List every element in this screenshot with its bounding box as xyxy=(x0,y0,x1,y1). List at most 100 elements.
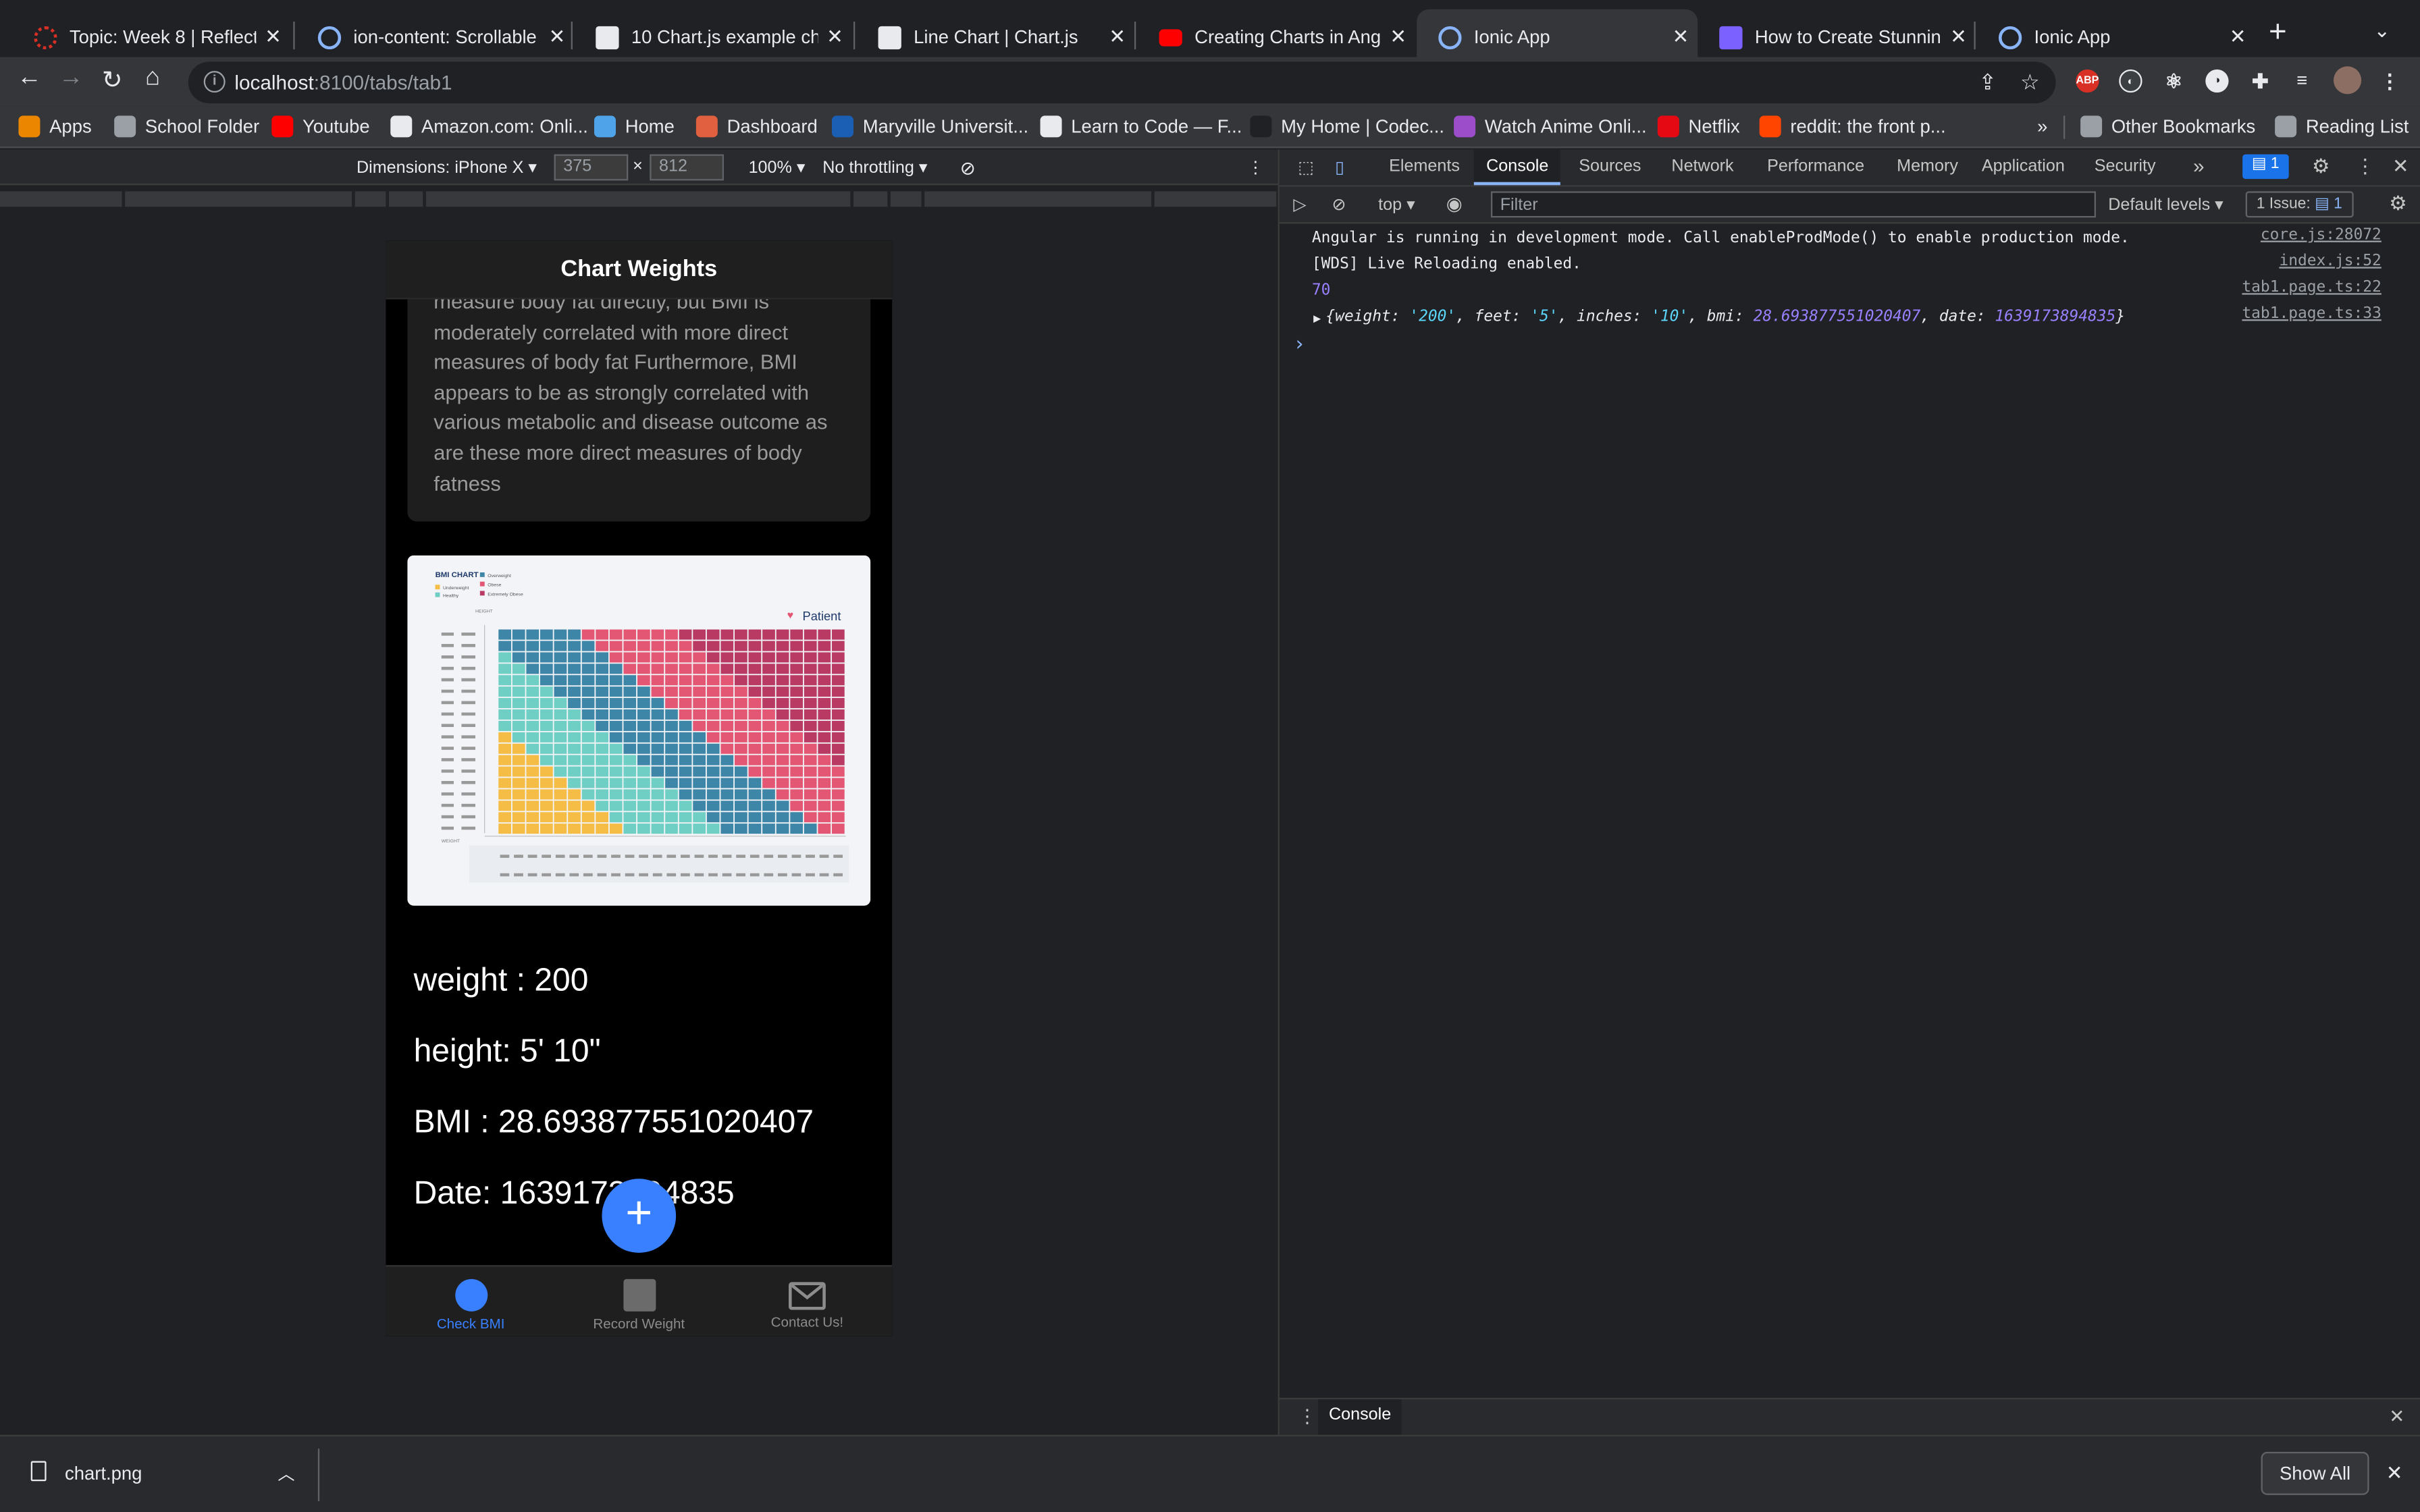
download-item[interactable]: chart.png xyxy=(65,1463,142,1484)
media-query-bar[interactable] xyxy=(0,186,1278,212)
devtools-menu-icon[interactable]: ⋮ xyxy=(2355,150,2375,186)
media-query-segment[interactable] xyxy=(924,191,1153,207)
extension-icon[interactable]: ◑ xyxy=(2205,69,2229,93)
bookmark-item[interactable]: Home xyxy=(594,115,675,138)
console-source-link[interactable]: tab1.page.ts:33 xyxy=(2242,306,2381,323)
settings-gear-icon[interactable]: ⚙ xyxy=(2312,150,2330,186)
media-query-segment[interactable] xyxy=(0,191,124,207)
device-width-input[interactable]: 375 xyxy=(554,154,629,181)
devtools-tab-memory[interactable]: Memory xyxy=(1897,150,1958,186)
close-icon[interactable]: ✕ xyxy=(540,25,574,50)
drawer-menu-icon[interactable]: ⋮ xyxy=(1298,1399,1316,1435)
bookmark-star-icon[interactable]: ☆ xyxy=(2020,70,2040,96)
device-height-input[interactable]: 812 xyxy=(650,154,724,181)
close-icon[interactable]: ✕ xyxy=(2386,1461,2403,1486)
new-tab-button[interactable]: + xyxy=(2269,16,2287,51)
log-levels-select[interactable]: Default levels ▾ xyxy=(2108,187,2224,223)
tab-contact-us[interactable]: Contact Us! xyxy=(722,1279,892,1330)
media-query-segment[interactable] xyxy=(388,191,425,207)
issues-badge[interactable]: ▤ 1 xyxy=(2242,154,2289,180)
device-dimensions-select[interactable]: Dimensions: iPhone X ▾ xyxy=(357,157,537,177)
bookmark-item[interactable]: Maryville Universit... xyxy=(831,115,1028,138)
device-menu-icon[interactable]: ⋮ xyxy=(1247,157,1264,177)
close-icon[interactable]: ✕ xyxy=(1101,25,1134,50)
device-toggle-icon[interactable]: ▯ xyxy=(1329,150,1350,186)
close-icon[interactable]: ✕ xyxy=(818,25,851,50)
issues-button[interactable]: 1 Issue: ▤ 1 xyxy=(2245,191,2353,218)
close-icon[interactable]: ✕ xyxy=(1941,25,1975,50)
close-icon[interactable]: ✕ xyxy=(2221,25,2255,50)
zoom-select[interactable]: 100% ▾ xyxy=(749,157,806,177)
console-source-link[interactable]: index.js:52 xyxy=(2279,253,2381,270)
live-expression-eye-icon[interactable]: ◉ xyxy=(1446,187,1463,223)
bookmark-item[interactable]: School Folder xyxy=(114,115,259,138)
bookmark-item[interactable]: Amazon.com: Onli... xyxy=(390,115,588,138)
devtools-tab-performance[interactable]: Performance xyxy=(1767,150,1864,186)
drawer-tab-console[interactable]: Console xyxy=(1317,1399,1402,1435)
rotate-icon[interactable]: ⊘ xyxy=(960,157,976,179)
console-filter-input[interactable]: Filter xyxy=(1490,191,2096,218)
bookmark-item[interactable]: My Home | Codec... xyxy=(1250,115,1444,138)
extension-icon[interactable]: ◐ xyxy=(2119,69,2142,93)
show-all-button[interactable]: Show All xyxy=(2261,1451,2369,1495)
profile-avatar[interactable] xyxy=(2333,66,2362,94)
bookmark-item[interactable]: reddit: the front p... xyxy=(1759,115,1946,138)
tab-check-bmi[interactable]: Check BMI xyxy=(386,1278,555,1332)
more-tabs-icon[interactable]: » xyxy=(2193,150,2205,186)
react-devtools-icon[interactable]: ⚛ xyxy=(2162,70,2185,92)
media-query-segment[interactable] xyxy=(425,191,852,207)
adblock-icon[interactable]: ABP xyxy=(2076,69,2099,93)
forward-icon[interactable]: → xyxy=(59,65,84,92)
media-query-segment[interactable] xyxy=(125,191,354,207)
bookmark-item[interactable]: Learn to Code — F... xyxy=(1040,115,1242,138)
add-entry-fab[interactable]: + xyxy=(602,1179,677,1253)
bookmark-item[interactable]: Watch Anime Onli... xyxy=(1454,115,1647,138)
site-info-icon[interactable]: i xyxy=(203,71,226,93)
sidebar-toggle-icon[interactable]: ▷ xyxy=(1293,187,1306,223)
close-icon[interactable]: ✕ xyxy=(2392,150,2409,186)
bookmarks-overflow-button[interactable]: » xyxy=(2037,115,2047,137)
close-icon[interactable]: ✕ xyxy=(1382,25,1415,50)
close-icon[interactable]: ✕ xyxy=(1664,25,1698,50)
reload-icon[interactable]: ↻ xyxy=(102,65,123,96)
app-content[interactable]: measure body fat directly, but BMI is mo… xyxy=(386,299,892,1265)
throttle-select[interactable]: No throttling ▾ xyxy=(822,157,927,177)
console-object-log[interactable]: ▶ {weight: '200', feet: '5', inches: '10… xyxy=(1280,306,2420,332)
media-query-segment[interactable] xyxy=(853,191,889,207)
bookmark-item[interactable]: Apps xyxy=(18,115,92,138)
media-query-segment[interactable] xyxy=(1154,191,1278,207)
chevron-up-icon[interactable]: ︿ xyxy=(278,1461,294,1486)
back-icon[interactable]: ← xyxy=(17,65,42,92)
devtools-tab-application[interactable]: Application xyxy=(1982,150,2065,186)
devtools-tab-security[interactable]: Security xyxy=(2095,150,2156,186)
share-icon[interactable]: ⇪ xyxy=(1978,70,1997,96)
devtools-tab-sources[interactable]: Sources xyxy=(1579,150,1641,186)
media-query-segment[interactable] xyxy=(354,191,388,207)
devtools-tab-console[interactable]: Console xyxy=(1473,149,1561,186)
close-icon[interactable]: ✕ xyxy=(256,25,290,50)
tab-record-weight[interactable]: Record Weight xyxy=(554,1278,724,1332)
console-prompt[interactable]: › xyxy=(1280,331,2420,359)
expand-triangle-icon[interactable]: ▶ xyxy=(1313,312,1321,326)
extensions-puzzle-icon[interactable]: ✚ xyxy=(2248,70,2271,92)
other-bookmarks[interactable]: Other Bookmarks xyxy=(2080,115,2255,138)
console-source-link[interactable]: core.js:28072 xyxy=(2261,227,2382,244)
address-bar[interactable]: i localhost:8100/tabs/tab1 ⇪ ☆ xyxy=(188,61,2056,104)
url-text[interactable]: localhost:8100/tabs/tab1 xyxy=(234,71,452,94)
bookmark-item[interactable]: Dashboard xyxy=(695,115,818,138)
devtools-tab-network[interactable]: Network xyxy=(1671,150,1733,186)
home-icon[interactable]: ⌂ xyxy=(145,65,160,92)
devtools-tab-elements[interactable]: Elements xyxy=(1389,150,1460,186)
close-drawer-icon[interactable]: ✕ xyxy=(2389,1399,2404,1435)
reading-list[interactable]: Reading List xyxy=(2275,115,2409,138)
media-control-icon[interactable]: ≡ xyxy=(2290,70,2313,92)
context-select[interactable]: top ▾ xyxy=(1378,187,1415,223)
media-query-segment[interactable] xyxy=(890,191,923,207)
browser-menu-icon[interactable]: ⋮ xyxy=(2378,70,2401,92)
inspect-element-icon[interactable]: ⬚ xyxy=(1292,150,1320,186)
tab-search-chevron-icon[interactable]: ⌄ xyxy=(2373,18,2390,43)
clear-console-icon[interactable]: ⊘ xyxy=(1332,187,1346,223)
bookmark-item[interactable]: Netflix xyxy=(1657,115,1740,138)
console-settings-icon[interactable]: ⚙ xyxy=(2389,187,2407,223)
bookmark-item[interactable]: Youtube xyxy=(271,115,370,138)
